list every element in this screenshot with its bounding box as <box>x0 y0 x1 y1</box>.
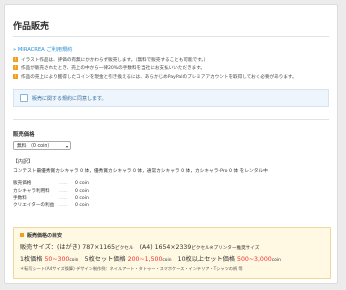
bullet-icon: ! <box>13 57 18 62</box>
sale-settings-card: 作品販売 » MIRACREA ご利用規約 ! イラスト作品は、評価の有無にかかわ… <box>4 4 338 284</box>
price-label: 10枚以上セット価格 <box>171 256 238 263</box>
size-mid: (A4) 1654×2339 <box>133 244 192 251</box>
price-select-value: 無料 （0 coin） <box>17 144 53 150</box>
row-label: カシキャラ利用料 <box>13 188 50 194</box>
square-icon <box>20 233 24 237</box>
chevron-down-icon: ▾ <box>65 144 68 150</box>
price-select[interactable]: 無料 （0 coin） ▾ <box>13 141 71 151</box>
terms-link[interactable]: » MIRACREA ご利用規約 <box>13 47 329 54</box>
size-unit: ピクセル <box>115 246 134 251</box>
price-unit: coin <box>271 258 281 263</box>
row-label: クリエイターの利益 <box>13 203 55 209</box>
row-dots: ...... <box>59 181 68 187</box>
price-guide-box: 販売価格の目安 販売サイズ：(はがき) 787×1165ピクセル (A4) 16… <box>13 227 331 279</box>
guide-size: 販売サイズ：(はがき) 787×1165ピクセル (A4) 1654×2339ピ… <box>20 242 324 251</box>
row-dots: ...... <box>59 195 68 201</box>
note-item: ! 作品が販売されたとき、売上の中から一律20%の手数料を当社にお支払いいただきま… <box>13 65 329 73</box>
note-text: イラスト作品は、評価の有無にかかわらず販売します。（無料で販売することも可能です… <box>21 58 209 63</box>
agree-label: 販売に関する規約に同意します。 <box>32 95 107 102</box>
price-unit: coin <box>162 258 172 263</box>
size-tail: ※プリンター推奨サイズ <box>209 246 260 251</box>
notes-list: ! イラスト作品は、評価の有無にかかわらず販売します。（無料で販売することも可能で… <box>13 57 329 82</box>
divider <box>13 119 329 121</box>
breakdown-row: 販売価格 ...... 0 coin <box>13 180 329 187</box>
price-value: 500~3,000 <box>237 256 272 263</box>
breakdown-list: 販売価格 ...... 0 coin カシキャラ利用料 ...... 0 coi… <box>13 180 329 209</box>
row-value: 0 coin <box>75 203 89 209</box>
note-text: 作品が販売されたとき、売上の中から一律20%の手数料を当社にお支払いいただきます… <box>21 66 205 72</box>
agree-checkbox-row[interactable]: 販売に関する規約に同意します。 <box>13 89 329 108</box>
bullet-icon: ! <box>13 65 18 71</box>
row-value: 0 coin <box>75 188 89 194</box>
size-main: 販売サイズ：(はがき) 787×1165 <box>20 244 116 251</box>
row-value: 0 coin <box>75 181 89 187</box>
page-title: 作品販売 <box>13 22 50 32</box>
breakdown-row: クリエイターの利益 ...... 0 coin <box>13 202 329 209</box>
price-value: 200~1,500 <box>127 256 163 263</box>
divider <box>13 36 329 37</box>
note-text: 作品の売上により獲得したコインを現金と引き換えるには、あらかじめPayPalのプ… <box>21 74 297 80</box>
rental-summary: コンテスト最優秀賞カシキャラ 0 体，優秀賞カシキャラ 0 体，通常カシキャラ … <box>13 169 268 175</box>
breakdown-heading: 【内訳】 <box>13 159 34 166</box>
breakdown-row: 手数料 ...... 0 coin <box>13 195 329 202</box>
note-item: ! イラスト作品は、評価の有無にかかわらず販売します。（無料で販売することも可能で… <box>13 57 329 65</box>
row-label: 手数料 <box>13 195 27 201</box>
guide-title-text: 販売価格の目安 <box>27 233 63 239</box>
agree-checkbox[interactable] <box>20 94 28 103</box>
note-item: ! 作品の売上により獲得したコインを現金と引き換えるには、あらかじめPayPalの… <box>13 73 329 82</box>
size-unit: ピクセル <box>191 246 210 251</box>
row-dots: ...... <box>59 203 68 209</box>
guide-title: 販売価格の目安 <box>20 232 324 239</box>
price-label: 5枚セット価格 <box>78 256 128 263</box>
guide-note: ＊転写シート(A4サイズ換算) デザイン制作例：ネイルアート・タトゥー・スマホケ… <box>20 266 243 271</box>
breakdown-row: カシキャラ利用料 ...... 0 coin <box>13 188 329 195</box>
guide-prices: 1枚価格 50~300coin 5枚セット価格 200~1,500coin 10… <box>20 254 324 263</box>
row-label: 販売価格 <box>13 181 32 187</box>
row-value: 0 coin <box>75 195 89 201</box>
price-value: 50~300 <box>44 256 70 263</box>
price-section-title: 販売価格 <box>13 132 35 139</box>
row-dots: ...... <box>59 188 68 194</box>
price-label: 1枚価格 <box>20 256 45 263</box>
bullet-icon: ! <box>13 73 18 79</box>
